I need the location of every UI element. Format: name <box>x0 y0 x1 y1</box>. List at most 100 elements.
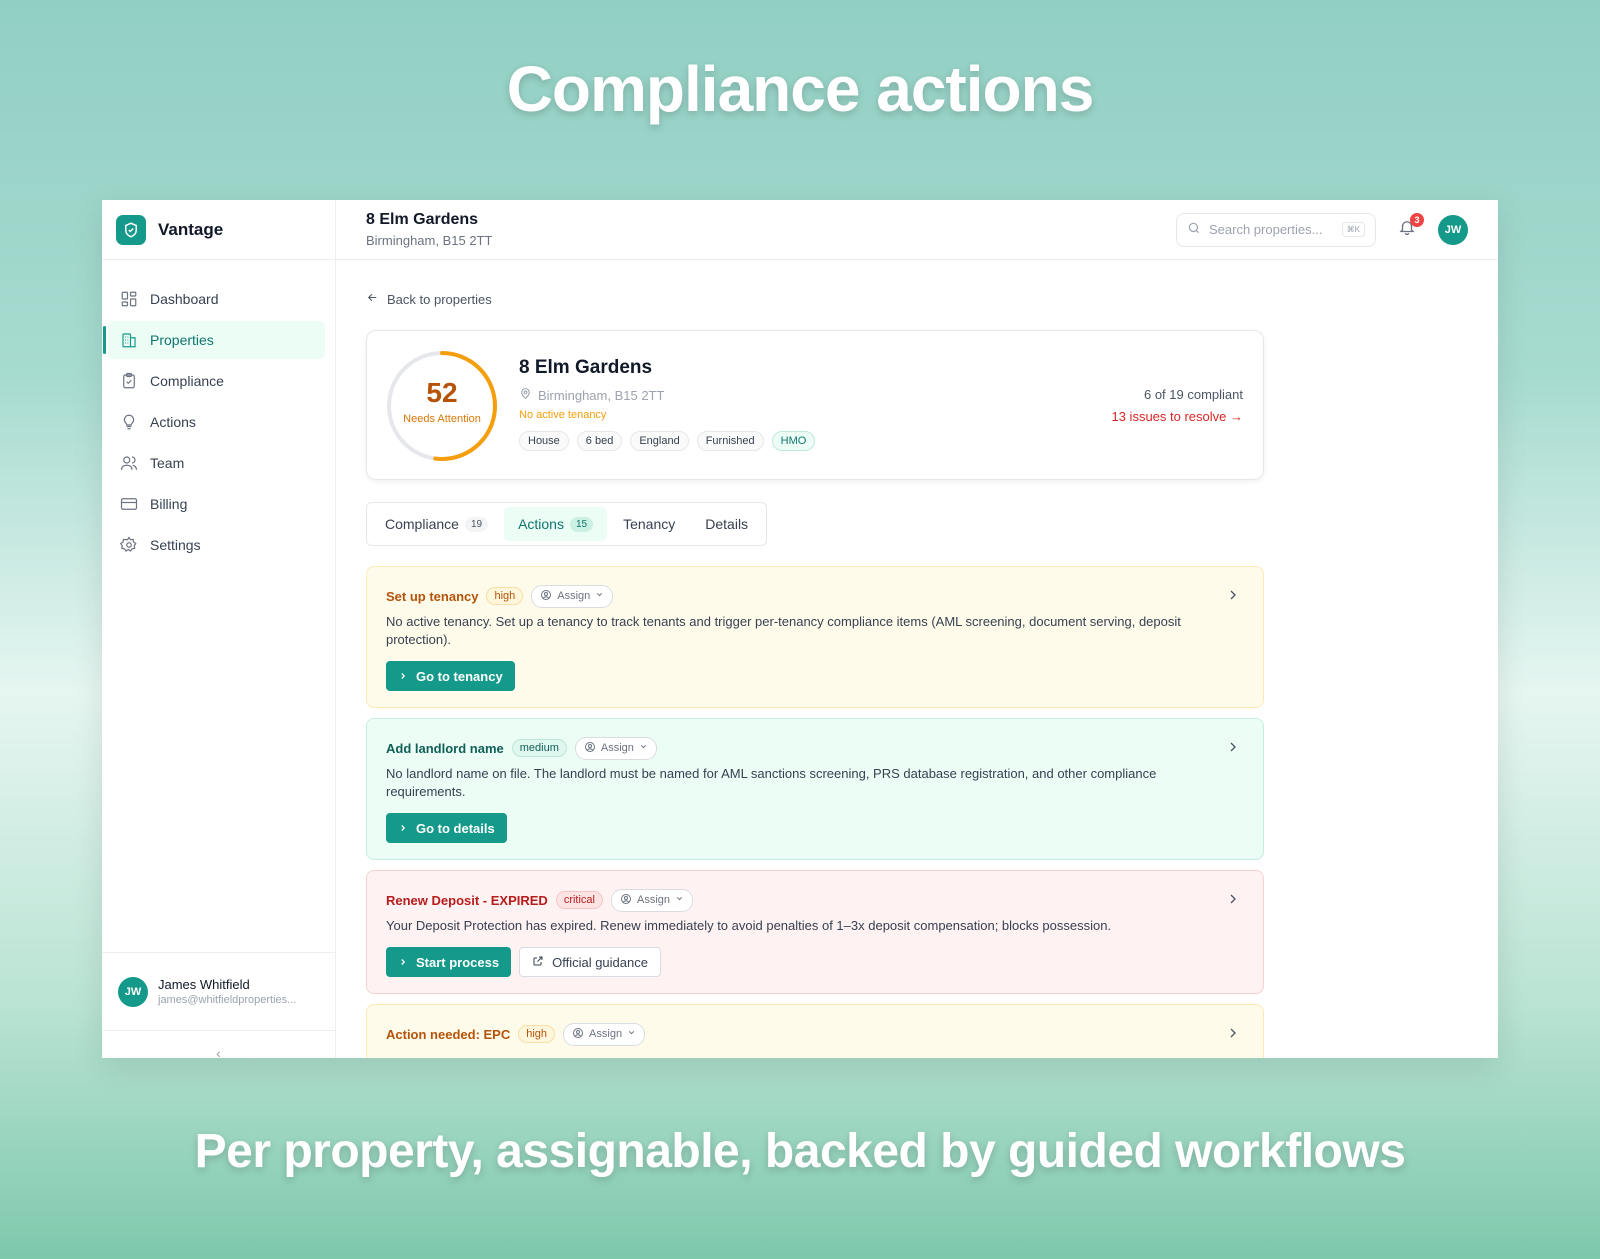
sidebar-item-label: Settings <box>150 537 201 553</box>
property-tags: House 6 bed England Furnished HMO <box>519 431 816 451</box>
sidebar-item-label: Actions <box>150 414 196 430</box>
compliant-count: 6 of 19 compliant <box>1143 387 1243 402</box>
sidebar-item-label: Billing <box>150 496 188 512</box>
hero-subtitle: Per property, assignable, backed by guid… <box>194 1125 1406 1178</box>
priority-badge: high <box>518 1025 556 1043</box>
chevron-right-icon[interactable] <box>1225 891 1241 907</box>
sidebar-item-team[interactable]: Team <box>108 444 325 482</box>
tag-hmo: HMO <box>771 431 816 451</box>
user-avatar-button[interactable]: JW <box>1438 214 1468 245</box>
tenancy-status: No active tenancy <box>519 409 607 421</box>
user-circle-icon <box>620 893 632 908</box>
arrow-left-icon <box>366 291 379 307</box>
chevron-right-icon[interactable] <box>1225 1025 1241 1041</box>
sidebar-item-compliance[interactable]: Compliance <box>108 362 325 400</box>
tab-tenancy[interactable]: Tenancy <box>609 507 689 541</box>
assign-dropdown[interactable]: Assign <box>563 1022 646 1046</box>
avatar: JW <box>118 976 148 1007</box>
property-tabs: Compliance 19 Actions 15 Tenancy Details <box>366 502 768 546</box>
chevron-down-icon <box>595 590 604 602</box>
assign-dropdown[interactable]: Assign <box>531 584 614 608</box>
brand-name: Vantage <box>158 219 224 239</box>
content: Back to properties 52 Needs Attention 8 … <box>336 260 1498 1058</box>
sidebar-item-label: Properties <box>150 332 214 348</box>
actions-list: Set up tenancy high Assign No active ten… <box>366 566 1264 1058</box>
action-description: Your Deposit Protection has expired. Ren… <box>386 918 1112 933</box>
action-title: Add landlord name <box>386 740 504 756</box>
search-placeholder: Search properties... <box>1209 222 1323 237</box>
collapse-sidebar-button[interactable]: ‹ <box>102 1030 335 1058</box>
search-input[interactable]: Search properties... ⌘K <box>1176 212 1376 247</box>
action-title: Renew Deposit - EXPIRED <box>386 892 548 908</box>
issues-link[interactable]: 13 issues to resolve → <box>1111 409 1243 424</box>
tab-actions[interactable]: Actions 15 <box>504 507 608 541</box>
gear-icon <box>120 536 138 554</box>
sidebar-item-dashboard[interactable]: Dashboard <box>108 280 325 318</box>
user-name: James Whitfield <box>158 977 250 992</box>
property-location: Birmingham, B15 2TT <box>519 387 815 403</box>
tag: England <box>630 431 689 451</box>
chevron-right-icon <box>398 955 408 970</box>
back-to-properties-link[interactable]: Back to properties <box>366 290 1468 308</box>
start-process-button[interactable]: Start process <box>386 947 512 977</box>
shield-logo-icon <box>116 214 146 245</box>
notification-badge: 3 <box>1410 212 1424 227</box>
tab-compliance[interactable]: Compliance 19 <box>371 507 502 541</box>
back-link-label: Back to properties <box>387 291 492 307</box>
chevron-right-icon <box>398 669 408 684</box>
sidebar-item-properties[interactable]: Properties <box>103 321 325 359</box>
search-icon <box>1187 221 1201 238</box>
chevron-down-icon <box>627 1028 636 1040</box>
assign-dropdown[interactable]: Assign <box>610 888 694 912</box>
user-circle-icon <box>572 1027 584 1042</box>
users-icon <box>120 454 138 472</box>
priority-badge: medium <box>511 739 567 757</box>
property-name: 8 Elm Gardens <box>519 357 653 378</box>
chevron-down-icon <box>639 742 648 754</box>
map-pin-icon <box>519 387 532 403</box>
property-summary-card: 52 Needs Attention 8 Elm Gardens Birming… <box>366 330 1264 480</box>
grid-icon <box>120 290 138 308</box>
sidebar-item-label: Compliance <box>150 373 224 389</box>
tag: Furnished <box>696 431 764 451</box>
page-title: 8 Elm Gardens <box>366 211 479 228</box>
go-to-tenancy-button[interactable]: Go to tenancy <box>386 661 515 691</box>
chevron-right-icon[interactable] <box>1225 739 1241 755</box>
notifications-button[interactable]: 3 <box>1396 212 1424 241</box>
chevron-right-icon <box>398 821 408 836</box>
sidebar-item-label: Dashboard <box>150 291 219 307</box>
tag: House <box>519 431 569 451</box>
user-profile[interactable]: JW James Whitfield james@whitfieldproper… <box>102 952 335 1030</box>
page-subtitle: Birmingham, B15 2TT <box>366 233 493 248</box>
score-value: 52 <box>426 377 458 408</box>
action-description: No landlord name on file. The landlord m… <box>386 766 1157 799</box>
chevron-left-icon: ‹ <box>216 1045 221 1058</box>
compliance-score-gauge: 52 Needs Attention <box>383 347 501 465</box>
tab-details[interactable]: Details <box>691 507 762 541</box>
user-email: james@whitfieldproperties... <box>158 994 297 1006</box>
action-title: Set up tenancy <box>386 588 479 604</box>
search-shortcut: ⌘K <box>1341 222 1365 237</box>
external-link-icon <box>532 955 544 970</box>
action-title: Action needed: EPC <box>386 1026 511 1042</box>
sidebar-item-actions[interactable]: Actions <box>108 403 325 441</box>
chevron-down-icon <box>675 894 684 906</box>
action-card[interactable]: Action needed: EPC high Assign <box>366 1004 1264 1058</box>
tag: 6 bed <box>576 431 623 451</box>
user-circle-icon <box>540 589 552 604</box>
brand: Vantage <box>102 200 335 260</box>
assign-dropdown[interactable]: Assign <box>574 736 657 760</box>
chevron-right-icon[interactable] <box>1225 587 1241 603</box>
main-area: 8 Elm Gardens Birmingham, B15 2TT Search… <box>336 200 1498 1058</box>
sidebar-nav: Dashboard Properties Compliance Actions … <box>102 260 335 952</box>
action-card[interactable]: Add landlord name medium Assign No landl… <box>366 718 1264 860</box>
sidebar-item-billing[interactable]: Billing <box>108 485 325 523</box>
action-description: No active tenancy. Set up a tenancy to t… <box>386 614 1181 647</box>
user-circle-icon <box>584 741 596 756</box>
go-to-details-button[interactable]: Go to details <box>386 813 507 843</box>
action-card[interactable]: Set up tenancy high Assign No active ten… <box>366 566 1264 708</box>
sidebar-item-settings[interactable]: Settings <box>108 526 325 564</box>
action-card[interactable]: Renew Deposit - EXPIRED critical Assign … <box>366 870 1264 994</box>
official-guidance-button[interactable]: Official guidance <box>519 947 661 977</box>
tab-count: 19 <box>464 516 489 532</box>
